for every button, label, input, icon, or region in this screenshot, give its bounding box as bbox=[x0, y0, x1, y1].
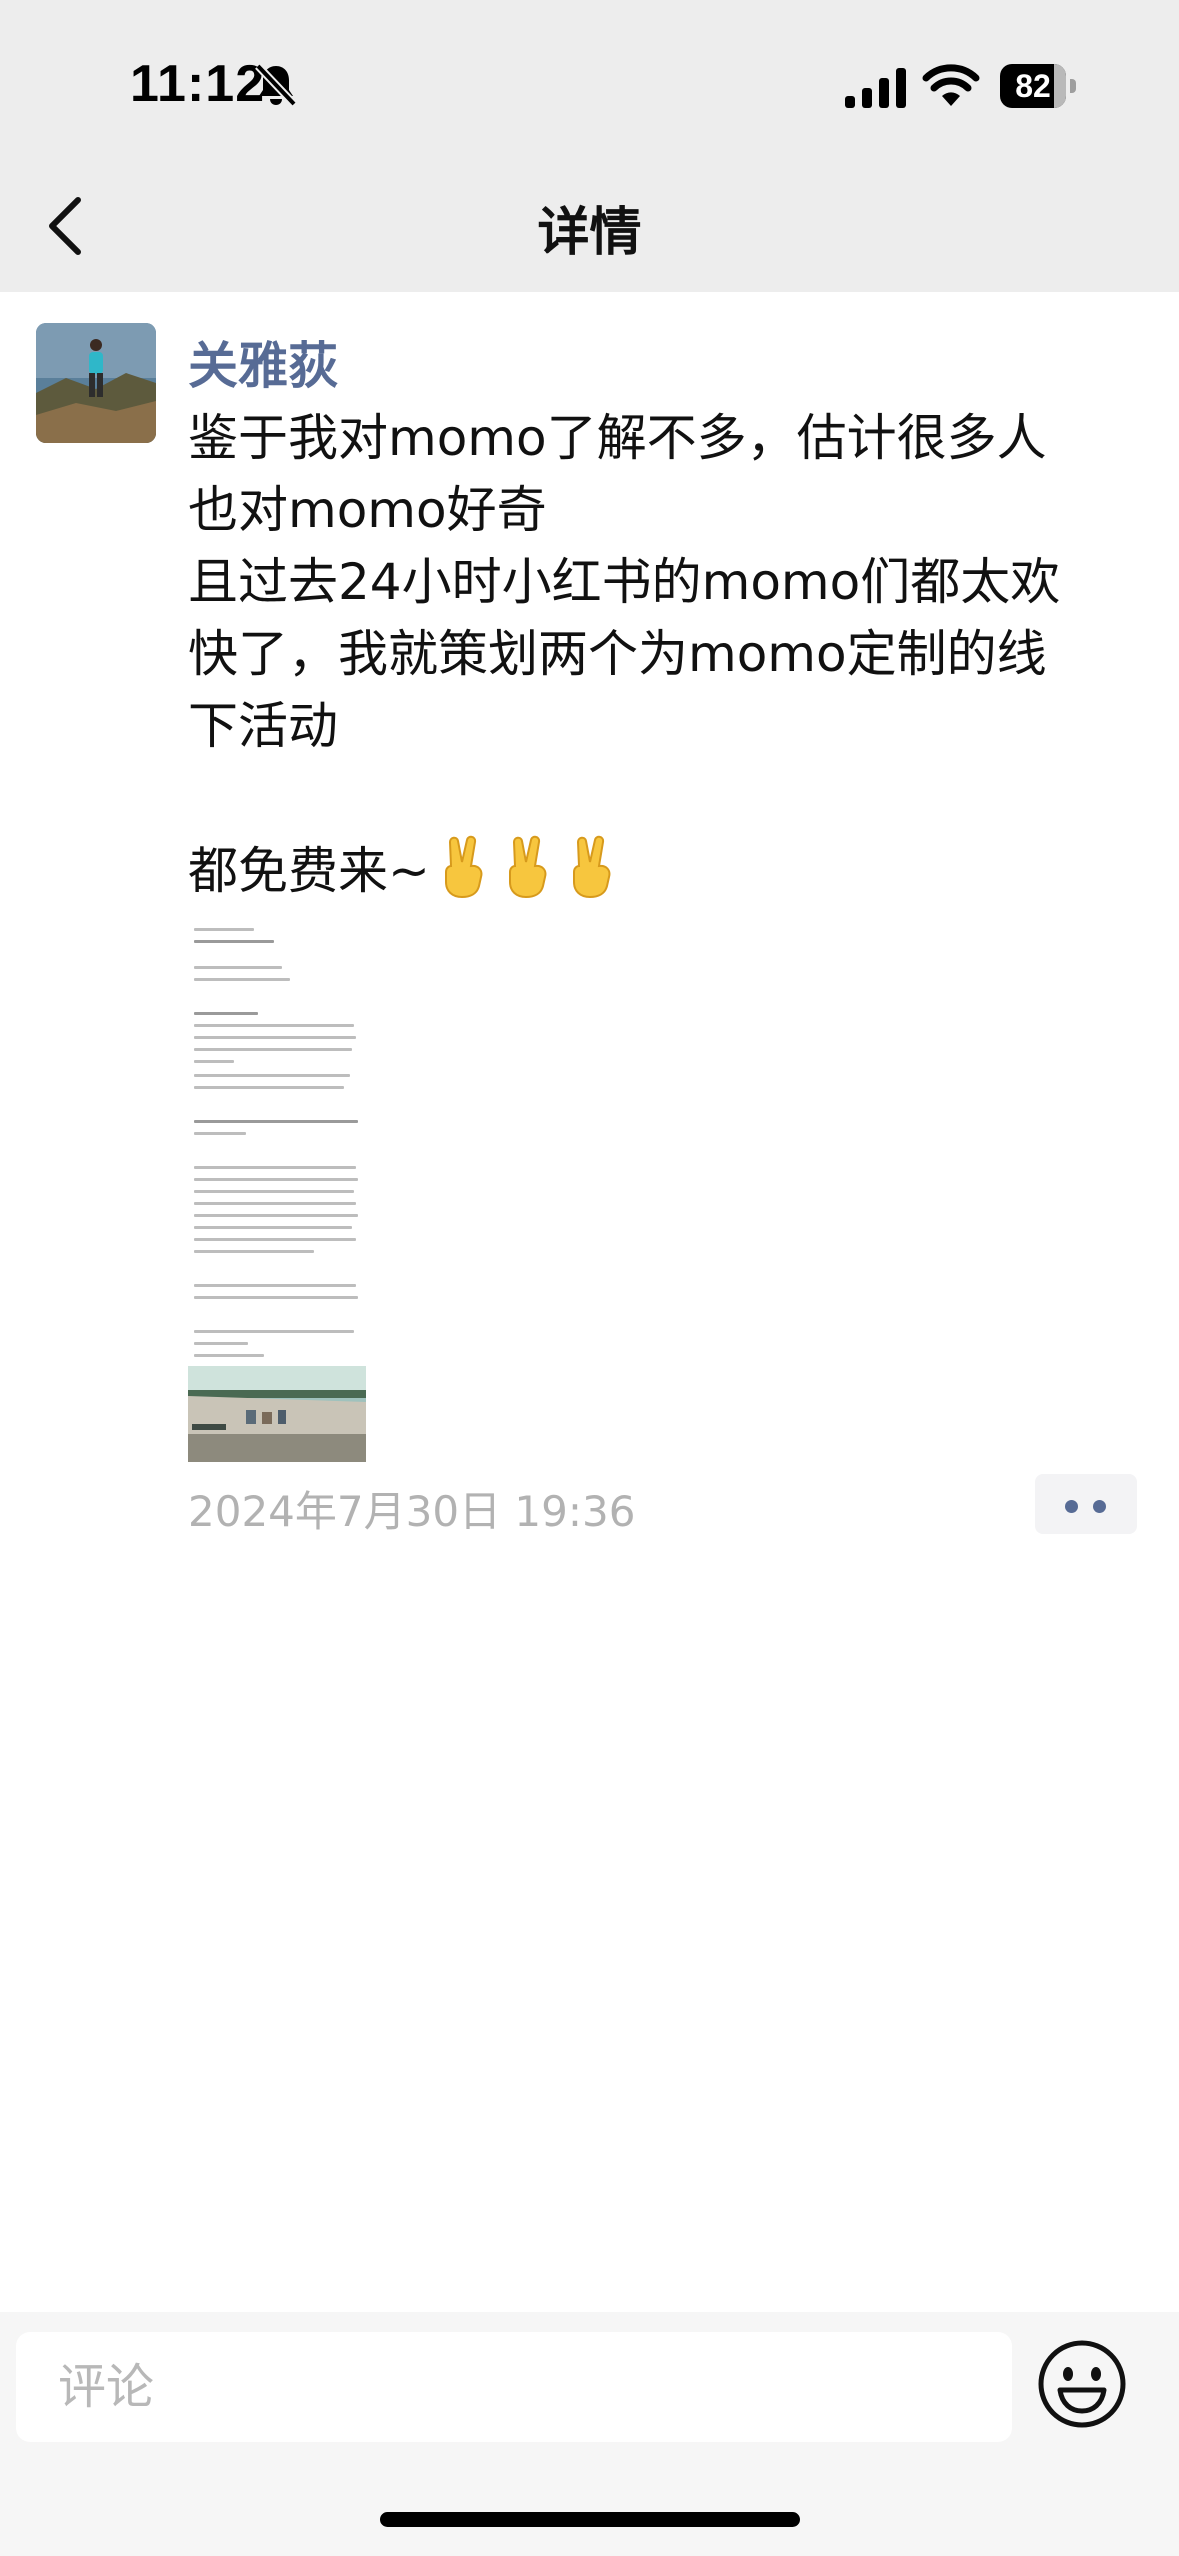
post-text: 鉴于我对momo了解不多，估计很多人 也对momo好奇 且过去24小时小红书的m… bbox=[188, 402, 1148, 907]
attached-photo bbox=[188, 1366, 366, 1462]
post-text-line: 且过去24小时小红书的momo们都太欢 bbox=[188, 553, 1061, 611]
smiley-face-icon[interactable] bbox=[1036, 2338, 1128, 2430]
ellipsis-icon bbox=[1093, 1500, 1106, 1513]
post-timestamp: 2024年7月30日 19:36 bbox=[188, 1487, 636, 1536]
status-time: 11:12 bbox=[130, 55, 266, 113]
post-text-line: 下活动 bbox=[188, 697, 338, 755]
author-name[interactable]: 关雅荻 bbox=[188, 326, 338, 398]
post-text-line: 也对momo好奇 bbox=[188, 481, 547, 539]
victory-hand-icon bbox=[444, 835, 483, 898]
home-indicator[interactable] bbox=[380, 2512, 800, 2527]
comment-input[interactable] bbox=[16, 2332, 1012, 2442]
page-title: 详情 bbox=[537, 203, 642, 263]
battery-icon: 82 bbox=[1000, 64, 1078, 108]
post-text-line bbox=[188, 762, 1148, 834]
post-text-line: 都免费来~ bbox=[188, 842, 430, 900]
post-text-line: 快了，我就策划两个为momo定制的线 bbox=[188, 625, 1047, 683]
post-text-line: 鉴于我对momo了解不多，估计很多人 bbox=[188, 409, 1047, 467]
victory-hand-icon bbox=[508, 835, 547, 898]
bell-slash-icon bbox=[255, 63, 297, 107]
more-button[interactable] bbox=[1035, 1474, 1137, 1534]
victory-hand-icon bbox=[572, 835, 611, 898]
avatar[interactable] bbox=[36, 323, 156, 443]
cellular-signal-icon bbox=[845, 68, 906, 108]
top-bar: 11:12 82 详情 bbox=[0, 0, 1179, 292]
attached-image[interactable] bbox=[188, 926, 366, 1462]
post-text-last-line: 都免费来~ bbox=[188, 834, 1148, 907]
ellipsis-icon bbox=[1065, 1500, 1078, 1513]
battery-level: 82 bbox=[1015, 68, 1051, 104]
wifi-icon bbox=[922, 64, 980, 106]
